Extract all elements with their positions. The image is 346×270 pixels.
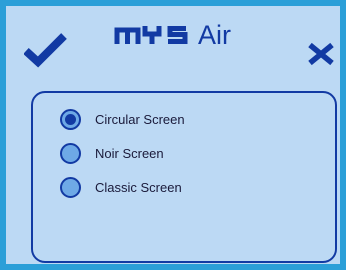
radio-circular-screen[interactable]: [60, 109, 81, 130]
option-label: Circular Screen: [95, 112, 185, 127]
logo-product-name: Air: [198, 20, 231, 50]
close-button[interactable]: [307, 42, 335, 66]
option-circular-screen[interactable]: Circular Screen: [60, 109, 185, 130]
checkmark-icon: [23, 33, 67, 68]
screen-style-panel: Circular Screen Noir Screen Classic Scre…: [31, 91, 337, 263]
close-x-icon: [308, 42, 334, 66]
logo-brand-mark: [114, 26, 188, 44]
option-label: Classic Screen: [95, 180, 182, 195]
radio-classic-screen[interactable]: [60, 177, 81, 198]
option-noir-screen[interactable]: Noir Screen: [60, 143, 164, 164]
option-classic-screen[interactable]: Classic Screen: [60, 177, 182, 198]
radio-noir-screen[interactable]: [60, 143, 81, 164]
app-logo: Air: [114, 18, 231, 52]
confirm-button[interactable]: [23, 32, 68, 68]
screen-frame: Air Circular Screen Noir Screen Classic …: [0, 0, 346, 270]
option-label: Noir Screen: [95, 146, 164, 161]
